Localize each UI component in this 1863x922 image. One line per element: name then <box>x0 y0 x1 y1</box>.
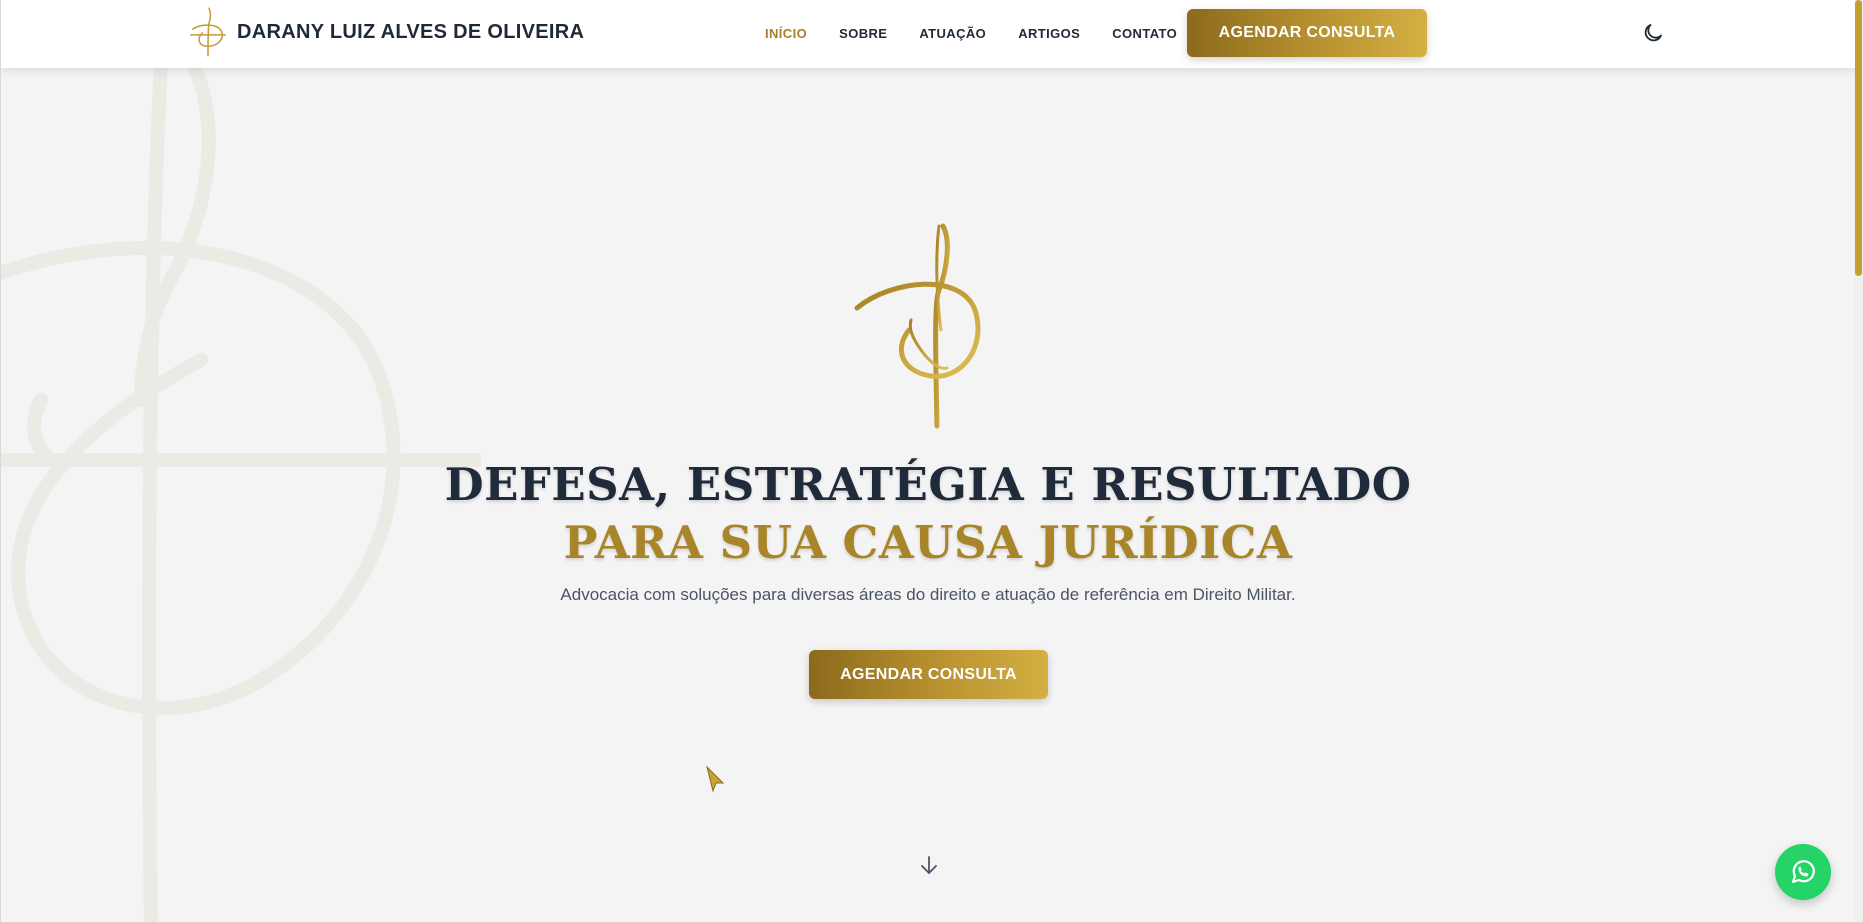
whatsapp-button[interactable] <box>1775 844 1831 900</box>
hero-schedule-button[interactable]: AGENDAR CONSULTA <box>809 650 1048 699</box>
scrollbar[interactable] <box>1854 0 1863 922</box>
moon-icon[interactable] <box>1641 21 1665 45</box>
mouse-cursor-icon <box>706 765 725 793</box>
nav-inicio[interactable]: INÍCIO <box>765 26 807 41</box>
hero-title-line2: PARA SUA CAUSA JURÍDICA <box>563 516 1293 569</box>
site-header: DARANY LUIZ ALVES DE OLIVEIRA INÍCIO SOB… <box>1 0 1855 68</box>
nav-atuacao[interactable]: ATUAÇÃO <box>919 26 986 41</box>
main-nav: INÍCIO SOBRE ATUAÇÃO ARTIGOS CONTATO <box>765 0 1177 66</box>
hero-subtitle: Advocacia com soluções para diversas áre… <box>560 585 1296 604</box>
page: DARANY LUIZ ALVES DE OLIVEIRA INÍCIO SOB… <box>0 0 1855 922</box>
arrow-down-icon[interactable] <box>917 853 941 877</box>
brand-name: DARANY LUIZ ALVES DE OLIVEIRA <box>237 20 585 43</box>
nav-sobre[interactable]: SOBRE <box>839 26 887 41</box>
hero-title: DEFESA, ESTRATÉGIA E RESULTADO PARA SUA … <box>1 456 1855 572</box>
monogram-logo-icon <box>190 7 226 57</box>
scrollbar-thumb[interactable] <box>1855 0 1862 276</box>
brand[interactable]: DARANY LUIZ ALVES DE OLIVEIRA <box>189 6 584 58</box>
nav-contato[interactable]: CONTATO <box>1112 26 1177 41</box>
header-schedule-button[interactable]: AGENDAR CONSULTA <box>1187 9 1427 57</box>
nav-artigos[interactable]: ARTIGOS <box>1018 26 1080 41</box>
whatsapp-icon <box>1791 860 1815 884</box>
hero-monogram-logo-icon <box>854 223 1003 429</box>
hero-title-line1: DEFESA, ESTRATÉGIA E RESULTADO <box>444 458 1412 511</box>
